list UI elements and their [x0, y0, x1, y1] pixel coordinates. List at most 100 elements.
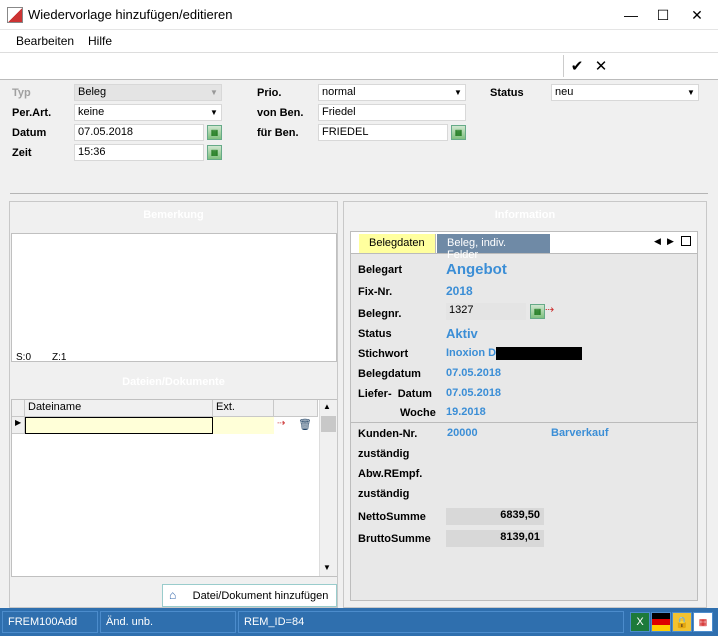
info-status-label: Status [358, 328, 392, 340]
dateiname-cell-input[interactable] [25, 417, 213, 434]
brutto-label: BruttoSumme [358, 533, 431, 545]
tab-menu-icon[interactable] [681, 236, 691, 246]
info-tab-strip: Belegdaten Beleg, indiv. Felder ◀ ▶ [351, 232, 697, 261]
bemerkung-position-s: S:0 [16, 352, 32, 363]
perart-value: keine [78, 106, 105, 118]
status-form-name: FREM100Add [2, 611, 98, 633]
tab-next-icon[interactable]: ▶ [667, 236, 674, 247]
typ-label: Typ [12, 87, 31, 99]
prio-select[interactable]: normal ▼ [318, 84, 466, 101]
menu-bearbeiten[interactable]: Bearbeiten [16, 34, 74, 48]
dateien-grid[interactable]: Dateiname Ext. ▶ ⇢ 🗑 ▲ ▼ [11, 399, 337, 577]
add-file-label: Datei/Dokument hinzufügen [192, 589, 329, 602]
information-title: Information [494, 209, 556, 221]
tab-beleg-indiv-felder[interactable]: Beleg, indiv. Felder [437, 234, 550, 261]
status-value: neu [555, 86, 574, 98]
brutto-value: 8139,01 [446, 530, 544, 547]
scroll-thumb[interactable] [321, 416, 336, 432]
column-ext[interactable]: Ext. [213, 400, 274, 417]
belegnr-label: Belegnr. [358, 308, 402, 320]
cancel-x-icon[interactable]: ✕ [591, 56, 611, 76]
fuerben-input[interactable]: FRIEDEL [318, 124, 448, 141]
woche-value: 19.2018 [446, 406, 486, 418]
typ-select[interactable]: Beleg ▼ [74, 84, 222, 101]
confirm-check-icon[interactable]: ✔ [567, 56, 587, 76]
perart-select[interactable]: keine ▼ [74, 104, 222, 121]
row-indicator-icon: ▶ [12, 417, 25, 434]
fixnr-label: Fix-Nr. [358, 286, 393, 298]
form-separator [10, 193, 708, 194]
minimize-button[interactable]: — [614, 0, 648, 30]
bemerkung-title: Bemerkung [143, 209, 204, 221]
lock-icon[interactable]: 🔒 [672, 612, 692, 632]
zeit-clock-icon[interactable]: ▦ [207, 145, 222, 160]
prio-value: normal [322, 86, 356, 98]
bemerkung-position-z: Z:1 [52, 352, 67, 363]
kunde-name: Barverkauf [551, 427, 609, 439]
info-separator [351, 422, 697, 423]
app-icon [7, 7, 23, 23]
redaction-bar [496, 347, 582, 360]
belegnr-field: 1327 [446, 303, 526, 320]
german-flag-icon[interactable] [651, 612, 671, 632]
belegdatum-value: 07.05.2018 [446, 367, 502, 379]
abwrempf-label: Abw.REmpf. [358, 468, 423, 480]
belegnr-lookup-icon[interactable]: ▦ [530, 304, 545, 319]
typ-dropdown-icon: ▼ [207, 85, 221, 100]
house-icon: ⌂ [169, 588, 177, 602]
kundennr-value: 20000 [447, 427, 478, 439]
status-change-state: Änd. unb. [100, 611, 236, 633]
scroll-down-icon[interactable]: ▼ [323, 563, 331, 572]
trash-icon[interactable]: 🗑 [298, 418, 314, 433]
keyboard-icon[interactable]: ▦ [693, 612, 713, 632]
status-bar: FREM100Add Änd. unb. REM_ID=84 X 🔒 ▦ [0, 608, 718, 636]
bemerkung-textarea[interactable]: S:0 Z:1 [11, 233, 337, 363]
close-window-button[interactable]: ✕ [680, 0, 714, 30]
excel-icon[interactable]: X [630, 612, 650, 632]
menu-bar: Bearbeiten Hilfe [0, 30, 718, 52]
datum-label: Datum [12, 127, 47, 139]
woche-label: Woche [400, 407, 436, 419]
info-status-value: Aktiv [446, 326, 478, 341]
prio-label: Prio. [257, 87, 282, 99]
status-record-id: REM_ID=84 [238, 611, 624, 633]
title-bar: Wiedervorlage hinzufügen/editieren — ☐ ✕ [0, 0, 718, 30]
zustaendig1-label: zuständig [358, 448, 410, 460]
status-select[interactable]: neu ▼ [551, 84, 699, 101]
ext-cell[interactable] [213, 417, 274, 434]
toolbar-divider [563, 55, 564, 77]
vonben-label: von Ben. [257, 107, 304, 119]
prio-dropdown-icon: ▼ [451, 85, 465, 100]
zeit-input[interactable]: 15:36 [74, 144, 204, 161]
window-title: Wiedervorlage hinzufügen/editieren [28, 7, 233, 22]
information-box: Belegdaten Beleg, indiv. Felder ◀ ▶ Bele… [350, 231, 698, 601]
datum-input[interactable]: 07.05.2018 [74, 124, 204, 141]
grid-corner [12, 400, 25, 417]
column-actions [274, 400, 318, 417]
tab-belegdaten[interactable]: Belegdaten [359, 234, 436, 253]
zeit-label: Zeit [12, 147, 32, 159]
belegdatum-label: Belegdatum [358, 368, 421, 380]
lieferdatum-value: 07.05.2018 [446, 387, 502, 399]
column-dateiname[interactable]: Dateiname [25, 400, 213, 417]
tab-prev-icon[interactable]: ◀ [654, 236, 661, 247]
scroll-up-icon[interactable]: ▲ [323, 402, 331, 411]
fuerben-label: für Ben. [257, 127, 299, 139]
add-file-button[interactable]: ⌂ Datei/Dokument hinzufügen [162, 584, 337, 607]
toolbar: ✔ ✕ [0, 52, 718, 80]
belegart-label: Belegart [358, 264, 403, 276]
maximize-button[interactable]: ☐ [646, 0, 680, 30]
link-arrow-icon[interactable]: ⇢ [277, 418, 293, 433]
status-label: Status [490, 87, 524, 99]
netto-value: 6839,50 [446, 508, 544, 525]
stichwort-label: Stichwort [358, 348, 409, 360]
datum-calendar-icon[interactable]: ▦ [207, 125, 222, 140]
typ-value: Beleg [78, 86, 107, 98]
grid-scrollbar[interactable]: ▲ ▼ [319, 400, 337, 576]
perart-label: Per.Art. [12, 107, 52, 119]
perart-dropdown-icon: ▼ [207, 105, 221, 120]
menu-hilfe[interactable]: Hilfe [88, 34, 112, 48]
vonben-input[interactable]: Friedel [318, 104, 466, 121]
fuerben-lookup-icon[interactable]: ▦ [451, 125, 466, 140]
belegnr-link-arrow-icon[interactable]: ⇢ [545, 303, 554, 316]
